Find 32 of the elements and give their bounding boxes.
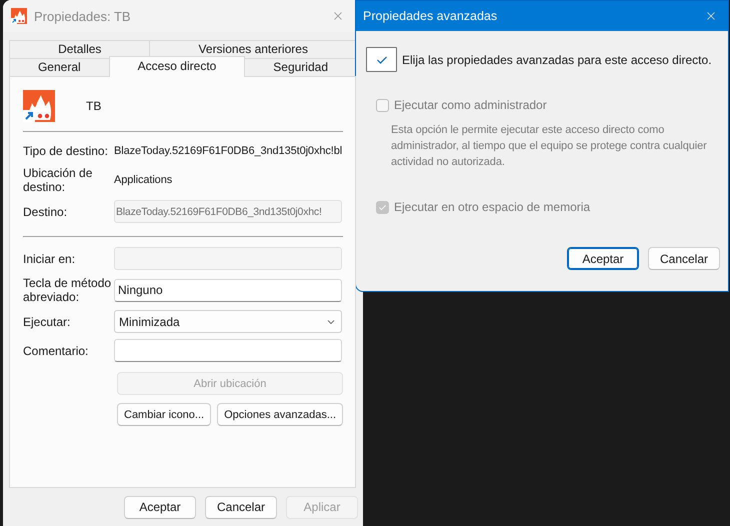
dropdown[interactable]: Minimizada (114, 310, 342, 333)
button[interactable]: Cancelar (205, 496, 277, 518)
description-text: Esta opción le permite ejecutar este acceso directo como administrador, al tiempo que el equipo se protege contra cualquier actividad no autorizada. (391, 123, 708, 170)
input-field[interactable] (114, 339, 342, 362)
field-label: Comentario: (23, 344, 90, 358)
field-value: Applications (114, 174, 174, 186)
app-icon (23, 90, 55, 122)
input-field[interactable]: Ninguno (114, 278, 342, 302)
tab[interactable]: Detalles (9, 40, 150, 58)
field-label: Tecla de método abreviado: (23, 276, 112, 304)
shortcut-name: TB (86, 99, 102, 113)
field-label: Ubicación de destino: (23, 166, 94, 194)
checkbox-label: Ejecutar en otro espacio de memoria (394, 200, 590, 214)
field-value: BlazeToday.52169F61F0DB6_3nd135t0j0xhc!bl (114, 145, 342, 157)
button[interactable]: Aceptar (567, 247, 639, 270)
app-icon (11, 8, 27, 24)
button[interactable]: Aceptar (124, 496, 196, 518)
button[interactable]: Cambiar icono... (117, 403, 212, 426)
button[interactable]: Cancelar (648, 247, 720, 270)
button[interactable]: Opciones avanzadas... (217, 403, 343, 426)
tab[interactable]: Seguridad (244, 58, 357, 76)
checkbox-label: Ejecutar como administrador (394, 98, 547, 112)
field-label: Ejecutar: (23, 314, 72, 328)
window-title: Propiedades: TB (34, 8, 132, 24)
checkbox-label: Elija las propiedades avanzadas para este acceso directo. (402, 52, 712, 66)
checkbox[interactable] (366, 47, 397, 72)
field-label: Iniciar en: (23, 252, 76, 266)
tab[interactable]: General (9, 58, 110, 76)
window-title: Propiedades avanzadas (363, 9, 498, 23)
field-label: Destino: (23, 204, 68, 218)
tab[interactable]: Acceso directo (108, 56, 246, 77)
field-label: Tipo de destino: (23, 144, 109, 158)
